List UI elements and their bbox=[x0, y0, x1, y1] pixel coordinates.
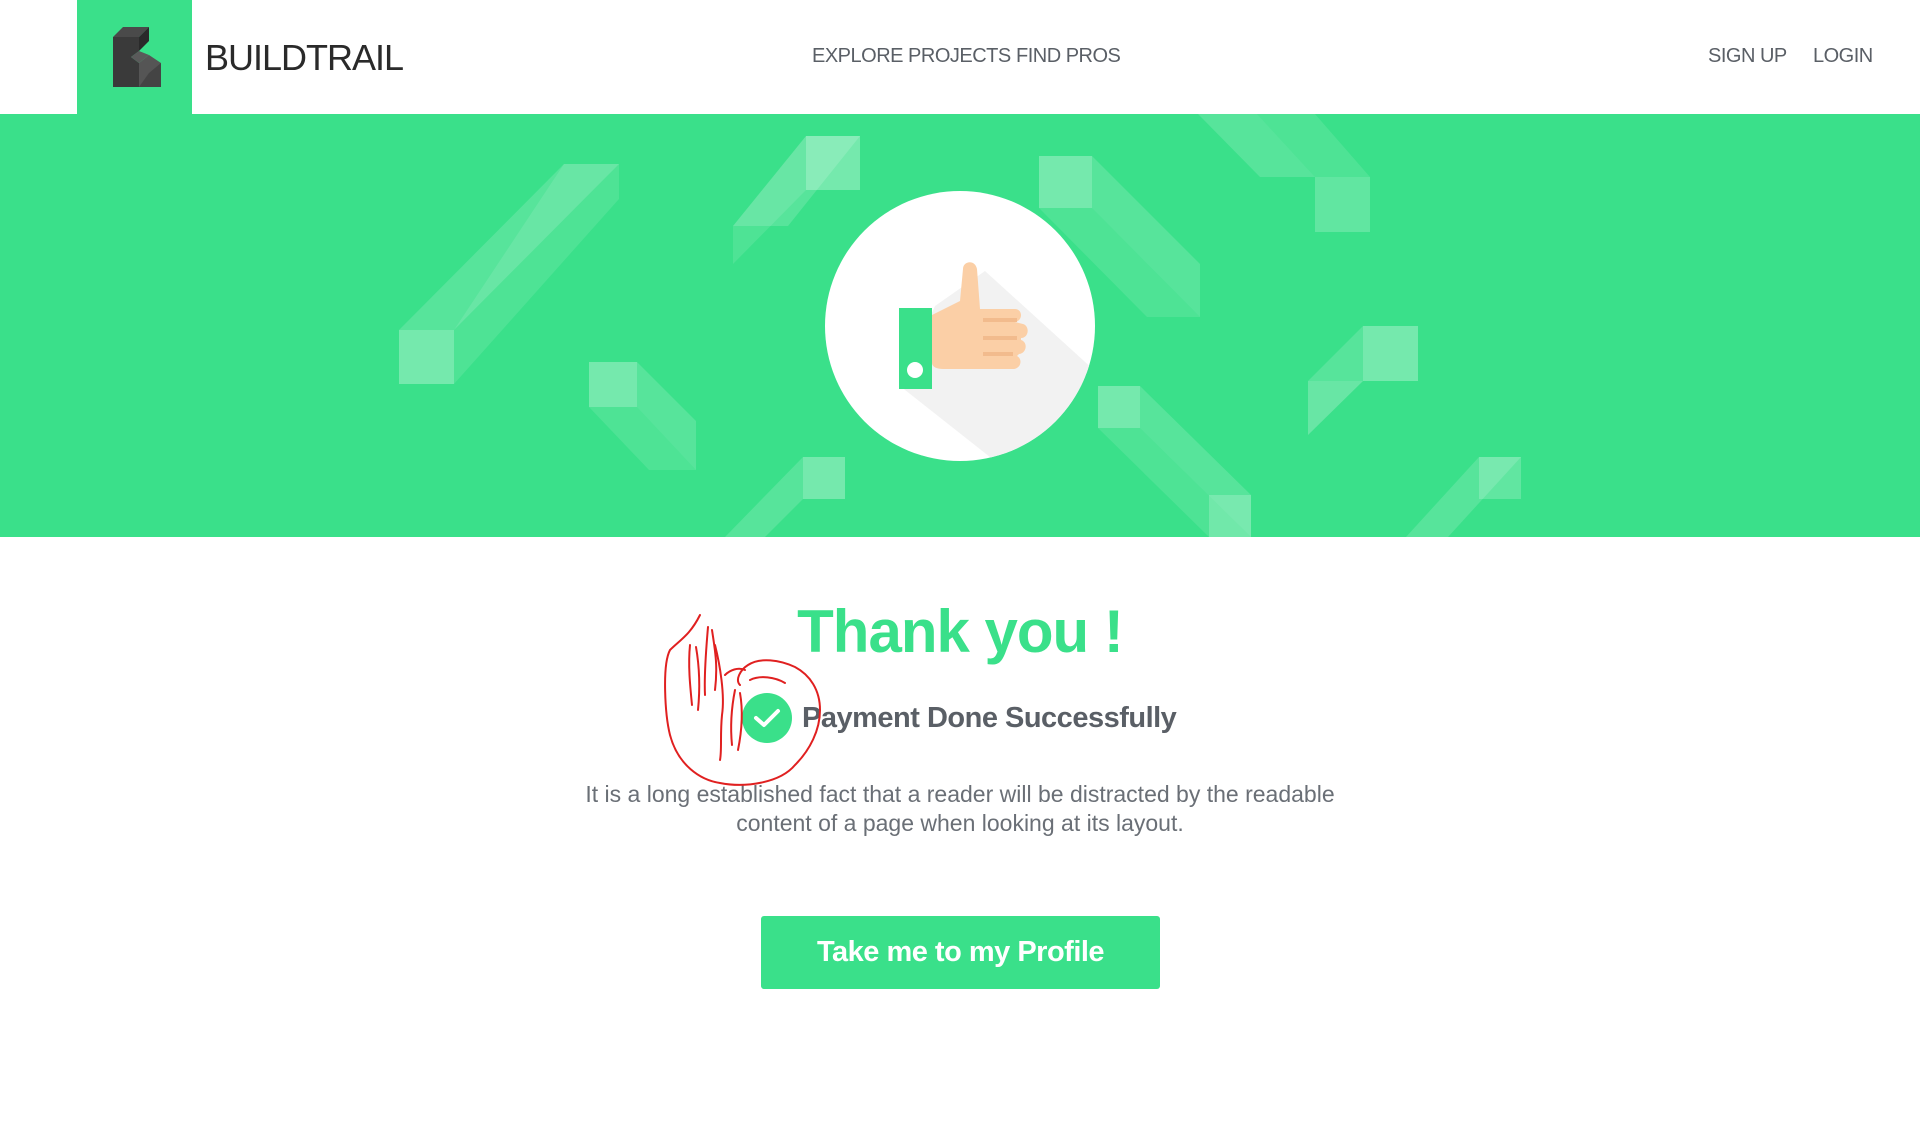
thank-you-heading: Thank you ! bbox=[797, 598, 1124, 665]
logo[interactable] bbox=[77, 0, 192, 114]
login-link[interactable]: LOGIN bbox=[1813, 45, 1873, 68]
description-text: It is a long established fact that a rea… bbox=[585, 781, 1335, 836]
brand-name[interactable]: BUILDTRAIL bbox=[205, 37, 404, 79]
check-circle-icon bbox=[742, 693, 792, 743]
hero-banner bbox=[0, 114, 1920, 537]
hero-circle bbox=[825, 191, 1095, 461]
payment-status-text: Payment Done Successfully bbox=[802, 701, 1177, 734]
nav-find-pros[interactable]: FIND PROS bbox=[1016, 45, 1121, 68]
thumbs-up-icon bbox=[899, 262, 1095, 461]
buildtrail-cube-icon bbox=[112, 27, 161, 87]
site-header: BUILDTRAIL EXPLORE PROJECTS FIND PROS SI… bbox=[0, 0, 1920, 114]
sign-up-link[interactable]: SIGN UP bbox=[1708, 45, 1787, 68]
payment-status: Payment Done Successfully bbox=[742, 693, 1177, 743]
nav-explore-projects[interactable]: EXPLORE PROJECTS bbox=[812, 45, 1011, 68]
profile-button[interactable]: Take me to my Profile bbox=[761, 916, 1160, 989]
